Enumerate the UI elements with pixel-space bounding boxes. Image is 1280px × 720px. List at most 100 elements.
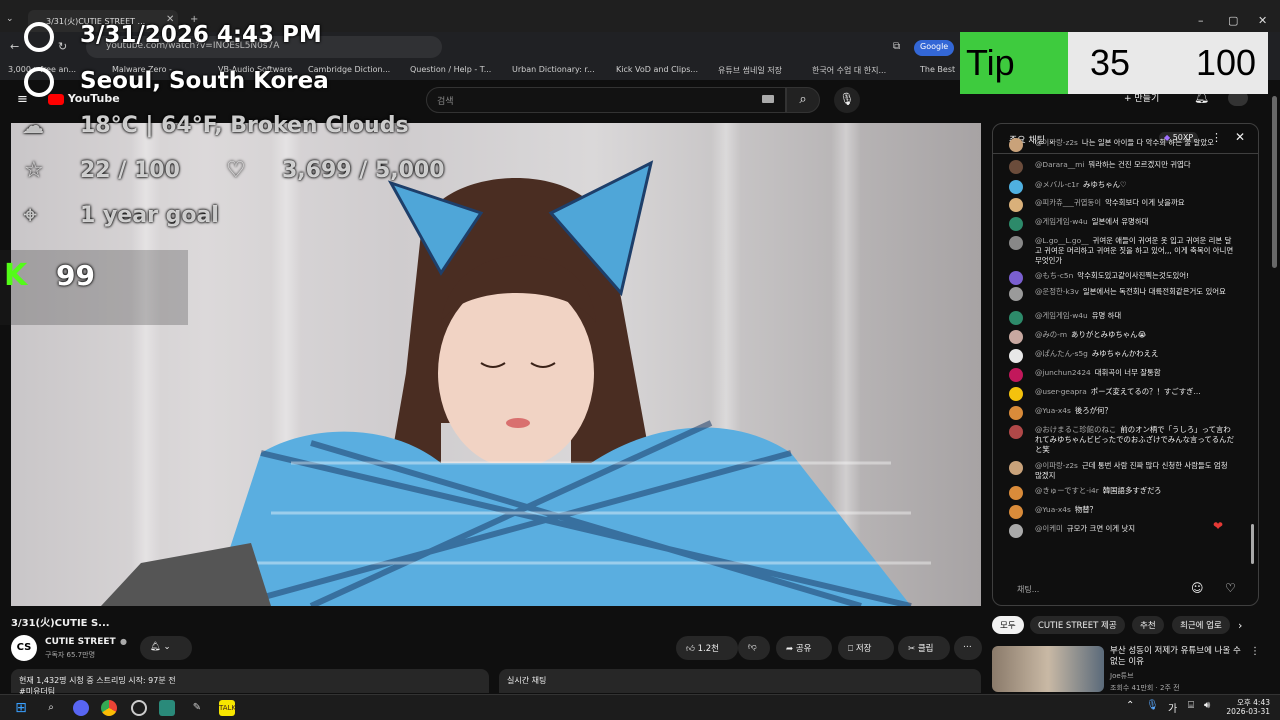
chat-author[interactable]: @Yua-x4s (1035, 406, 1071, 415)
close-window-button[interactable]: ✕ (1258, 14, 1267, 27)
related-video-channel[interactable]: Joe튜브 (1110, 671, 1134, 681)
chip-all[interactable]: 모두 (992, 616, 1024, 634)
chat-scrollbar[interactable] (1251, 524, 1254, 564)
obs-icon[interactable] (131, 700, 147, 716)
video-player[interactable] (11, 123, 981, 606)
chat-author[interactable]: @이파랑-z2s (1035, 138, 1078, 147)
chat-avatar[interactable] (1009, 138, 1023, 152)
chip-recommended[interactable]: 추천 (1132, 616, 1164, 634)
emoji-icon[interactable]: ☺ (1191, 581, 1204, 595)
bookmark-item[interactable]: 유튜브 썸네일 저장 (718, 65, 782, 76)
chat-author[interactable]: @이파랑-z2s (1035, 461, 1078, 470)
chat-avatar[interactable] (1009, 349, 1023, 363)
live-chat-replay-box[interactable]: 실시간 채팅 (499, 669, 981, 693)
notification-bell-button[interactable]: 🔔︎ ⌄ (140, 636, 192, 660)
search-input[interactable]: 검색 (426, 87, 786, 113)
chat-author[interactable]: @user-geapra (1035, 387, 1087, 396)
chat-avatar[interactable] (1009, 368, 1023, 382)
ime-indicator[interactable]: 가 (1168, 700, 1177, 715)
bookmark-item[interactable]: Question / Help - T... (410, 65, 491, 74)
chat-author[interactable]: @이케미 (1035, 524, 1063, 533)
chat-avatar[interactable] (1009, 236, 1023, 250)
search-icon[interactable]: ⌕ (43, 700, 59, 716)
chat-avatar[interactable] (1009, 486, 1023, 500)
chip-channel[interactable]: CUTIE STREET 제공 (1030, 616, 1125, 634)
chat-author[interactable]: @もち-c5n (1035, 271, 1073, 280)
chat-author[interactable]: @みの-m (1035, 330, 1067, 339)
chat-text: みゆちゃん♡ (1083, 180, 1127, 189)
menu-icon[interactable]: ≡ (17, 92, 28, 107)
translate-button[interactable]: Google (914, 40, 955, 56)
app-icon[interactable] (159, 700, 175, 716)
tab-list-icon[interactable]: ⌄ (6, 14, 14, 24)
more-actions-button[interactable]: ⋯ (954, 636, 982, 660)
chat-avatar[interactable] (1009, 160, 1023, 174)
chat-author[interactable]: @게임게임-w4u (1035, 217, 1088, 226)
description-box[interactable]: 현재 1,432명 시청 중 스트리밍 시작: 97분 전 (11, 669, 489, 693)
maximize-button[interactable]: ▢ (1228, 14, 1238, 27)
search-button[interactable]: ⌕ (786, 87, 820, 113)
chat-author[interactable]: @junchun2424 (1035, 368, 1091, 377)
related-thumbnail[interactable] (992, 646, 1104, 692)
chat-author[interactable]: @Yua-x4s (1035, 505, 1071, 514)
chrome-icon[interactable] (101, 700, 117, 716)
windows-start-icon[interactable]: ⊞ (13, 700, 29, 716)
minimize-button[interactable]: – (1198, 14, 1204, 27)
bookmark-item[interactable]: The Best (920, 65, 955, 74)
related-video-more-icon[interactable]: ⋮ (1250, 646, 1260, 657)
chat-author[interactable]: @きゅーですと-i4r (1035, 486, 1099, 495)
chevron-right-icon[interactable]: › (1238, 619, 1242, 632)
chat-avatar[interactable] (1009, 505, 1023, 519)
heart-reaction-icon[interactable]: ♡ (1225, 581, 1236, 595)
chat-avatar[interactable] (1009, 330, 1023, 344)
kakaotalk-icon[interactable]: TALK (219, 700, 236, 716)
discord-icon[interactable] (73, 700, 89, 716)
channel-avatar[interactable]: CS (11, 635, 37, 661)
chat-input[interactable]: 채팅... (1017, 584, 1039, 595)
windows-taskbar: ⊞ ⌕ ✎ TALK ⌃ 🎙︎ 가 ⌸ 🔊︎ 오후 4:43 2026-03-3… (0, 694, 1280, 720)
chat-avatar[interactable] (1009, 311, 1023, 325)
bookmark-item[interactable]: Urban Dictionary: r... (512, 65, 595, 74)
cast-icon[interactable]: ⧉ (893, 41, 900, 52)
close-chat-icon[interactable]: ✕ (1235, 130, 1245, 144)
app-icon-2[interactable]: ✎ (189, 700, 205, 716)
chat-author[interactable]: @피카츄___귀엽동이 (1035, 198, 1101, 207)
chat-avatar[interactable] (1009, 387, 1023, 401)
page-scrollbar[interactable] (1272, 96, 1277, 268)
save-button[interactable]: ⎕ 저장 (838, 636, 894, 660)
chat-author[interactable]: @ぱんたん-s5g (1035, 349, 1088, 358)
chat-avatar[interactable] (1009, 425, 1023, 439)
related-video-title[interactable]: 부산 성동이 저제가 유튜브에 나올 수 없는 이유 (1110, 646, 1246, 668)
chat-avatar[interactable] (1009, 287, 1023, 301)
like-button[interactable]: 👍︎ 1.2천 (676, 636, 738, 660)
tray-chevron-icon[interactable]: ⌃ (1126, 700, 1134, 711)
chat-avatar[interactable] (1009, 198, 1023, 212)
bookmark-item[interactable]: Kick VoD and Clips... (616, 65, 698, 74)
chat-avatar[interactable] (1009, 271, 1023, 285)
chat-avatar[interactable] (1009, 461, 1023, 475)
chat-author[interactable]: @おけまるこ珍館のねこ (1035, 425, 1116, 434)
chat-avatar[interactable] (1009, 217, 1023, 231)
volume-icon[interactable]: 🔊︎ (1204, 700, 1210, 711)
chip-recent[interactable]: 최근에 업로 (1172, 616, 1230, 634)
chat-author[interactable]: @게임게임-w4u (1035, 311, 1088, 320)
bookmark-item[interactable]: 한국어 수업 대 한지... (812, 65, 886, 76)
share-button[interactable]: ➦ 공유 (776, 636, 832, 660)
clip-button[interactable]: ✂ 클립 (898, 636, 950, 660)
chat-avatar[interactable] (1009, 524, 1023, 538)
network-icon[interactable]: ⌸ (1188, 700, 1194, 711)
dislike-button[interactable]: 👎︎ (738, 636, 770, 660)
chat-author[interactable]: @Darara__mi (1035, 160, 1084, 169)
chat-author[interactable]: @メバル-c1r (1035, 180, 1079, 189)
voice-search-button[interactable]: 🎙︎ (834, 87, 860, 113)
taskbar-date[interactable]: 2026-03-31 (1222, 707, 1270, 716)
mic-tray-icon[interactable]: 🎙︎ (1146, 700, 1159, 711)
chat-avatar[interactable] (1009, 406, 1023, 420)
chat-avatar[interactable] (1009, 180, 1023, 194)
chat-author[interactable]: @L.go__L.go__ (1035, 236, 1089, 245)
channel-name[interactable]: CUTIE STREET (45, 637, 116, 647)
keyboard-icon[interactable] (762, 95, 774, 103)
back-icon[interactable]: ← (10, 40, 19, 53)
chat-author[interactable]: @운정한-k3v (1035, 287, 1079, 296)
reload-icon[interactable]: ↻ (58, 40, 67, 53)
